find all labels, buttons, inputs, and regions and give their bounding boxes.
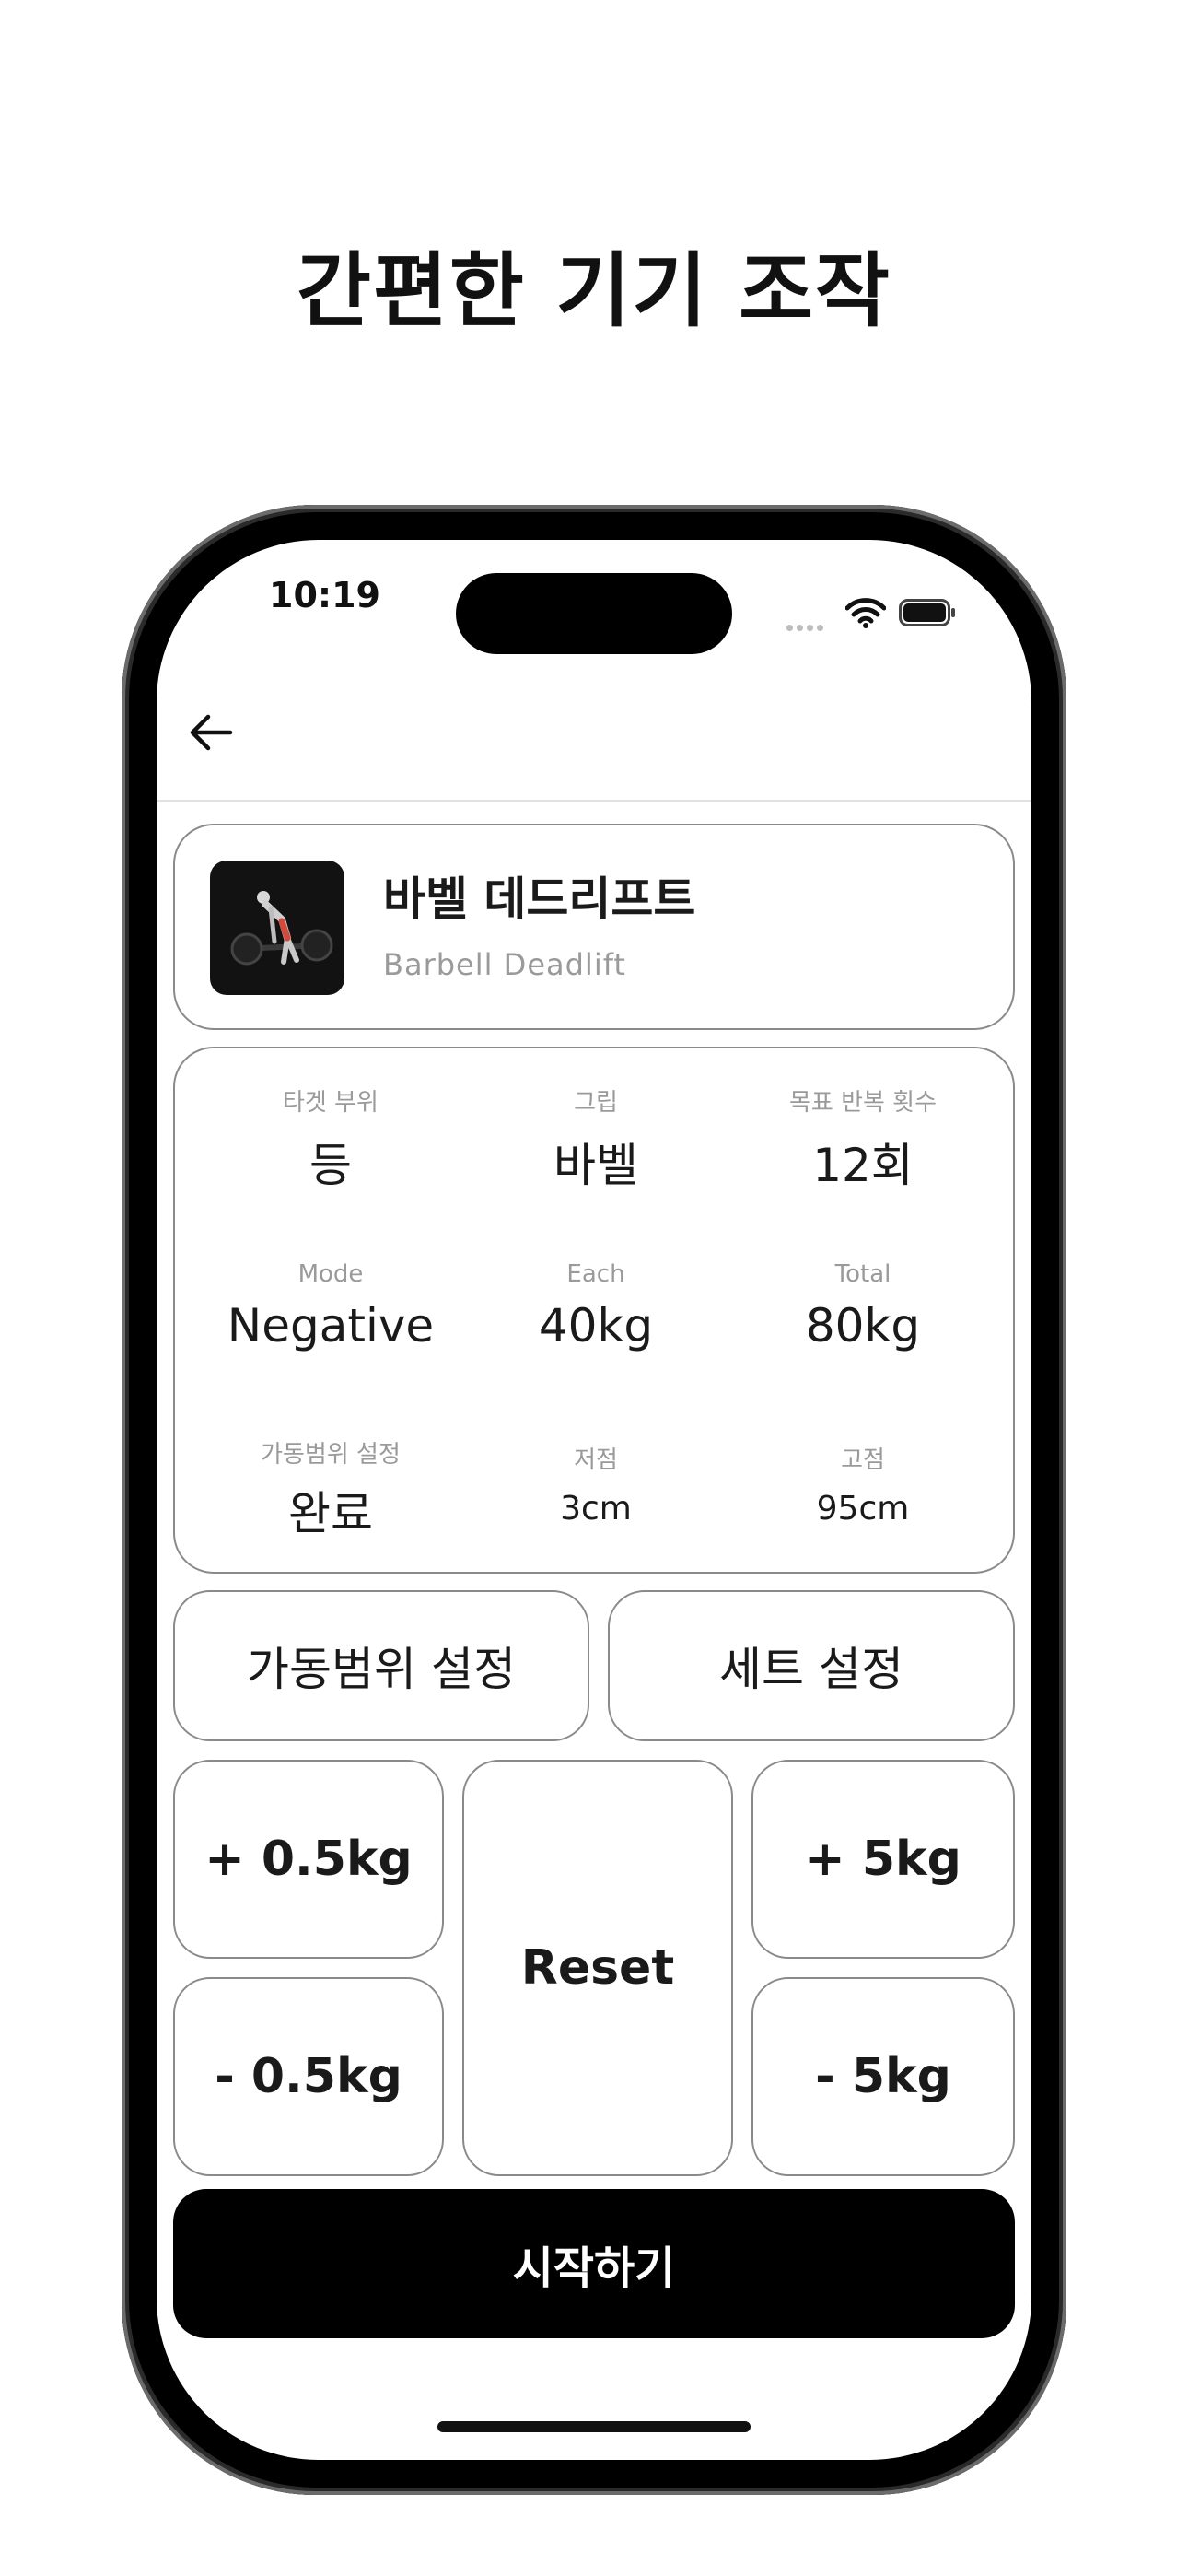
high-point-info: 고점 95cm bbox=[728, 1441, 998, 1528]
low-point-value: 3cm bbox=[560, 1490, 632, 1528]
status-time: 10:19 bbox=[269, 575, 380, 615]
wifi-icon bbox=[845, 598, 886, 628]
minus-half-kg-button[interactable]: - 0.5kg bbox=[173, 1977, 444, 2176]
mode-info: Mode Negative bbox=[195, 1260, 466, 1352]
each-info: Each 40kg bbox=[460, 1260, 731, 1352]
exercise-name-en: Barbell Deadlift bbox=[383, 947, 626, 982]
target-value: 등 bbox=[309, 1139, 352, 1192]
arrow-left-icon[interactable] bbox=[186, 711, 236, 754]
each-value: 40kg bbox=[538, 1299, 654, 1352]
exercise-name-ko: 바벨 데드리프트 bbox=[383, 872, 696, 926]
plus-five-kg-button[interactable]: + 5kg bbox=[751, 1760, 1015, 1959]
low-point-label: 저점 bbox=[574, 1446, 618, 1474]
mode-label: Mode bbox=[297, 1260, 364, 1288]
each-label: Each bbox=[566, 1260, 625, 1288]
high-point-label: 고점 bbox=[841, 1446, 885, 1474]
total-label: Total bbox=[834, 1260, 891, 1288]
signal-dots-icon bbox=[786, 617, 831, 631]
plus-half-kg-button[interactable]: + 0.5kg bbox=[173, 1760, 444, 1959]
workout-info-card: 타겟 부위 등 그립 바벨 목표 반복 횟수 12회 Mode Negative… bbox=[173, 1047, 1015, 1574]
grip-info: 그립 바벨 bbox=[460, 1083, 731, 1195]
target-label: 타겟 부위 bbox=[283, 1089, 379, 1117]
dynamic-island bbox=[456, 573, 732, 654]
total-value: 80kg bbox=[805, 1299, 921, 1352]
reps-value: 12회 bbox=[812, 1139, 914, 1192]
page-headline: 간편한 기기 조작 bbox=[297, 243, 891, 338]
exercise-thumbnail bbox=[210, 861, 344, 995]
home-indicator bbox=[437, 2421, 751, 2432]
rom-setting-button[interactable]: 가동범위 설정 bbox=[173, 1590, 589, 1741]
rom-label: 가동범위 설정 bbox=[261, 1441, 401, 1469]
exercise-card[interactable]: 바벨 데드리프트 Barbell Deadlift bbox=[173, 824, 1015, 1030]
start-button[interactable]: 시작하기 bbox=[173, 2189, 1015, 2338]
set-setting-button[interactable]: 세트 설정 bbox=[608, 1590, 1015, 1741]
mode-value: Negative bbox=[227, 1299, 435, 1352]
minus-five-kg-button[interactable]: - 5kg bbox=[751, 1977, 1015, 2176]
battery-icon bbox=[899, 599, 955, 626]
header-divider bbox=[157, 800, 1031, 802]
low-point-info: 저점 3cm bbox=[460, 1441, 731, 1528]
high-point-value: 95cm bbox=[816, 1490, 910, 1528]
total-info: Total 80kg bbox=[728, 1260, 998, 1352]
rom-info: 가동범위 설정 완료 bbox=[195, 1435, 466, 1543]
reps-info: 목표 반복 횟수 12회 bbox=[728, 1083, 998, 1195]
rom-value: 완료 bbox=[288, 1487, 373, 1540]
reset-button[interactable]: Reset bbox=[462, 1760, 733, 2176]
phone-screen: 10:19 바벨 데드리프트 Barbell Deadlift 타겟 부위 등 … bbox=[157, 540, 1031, 2460]
target-info: 타겟 부위 등 bbox=[195, 1083, 466, 1195]
grip-label: 그립 bbox=[574, 1089, 618, 1117]
grip-value: 바벨 bbox=[553, 1139, 638, 1192]
reps-label: 목표 반복 횟수 bbox=[788, 1089, 938, 1117]
